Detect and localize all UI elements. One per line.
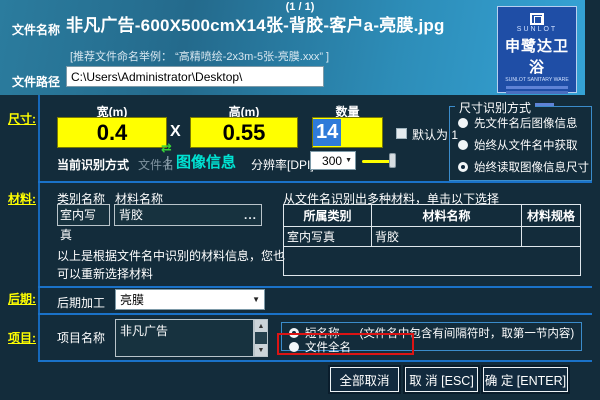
ok-button[interactable]: 确 定 [ENTER]	[483, 367, 568, 392]
label-column-divider	[38, 95, 40, 362]
scroll-up-icon[interactable]: ▲	[255, 320, 267, 332]
cell-category: 室内写真	[284, 227, 372, 247]
quantity-selected-text: 14	[313, 119, 341, 146]
material-note-line1: 以上是根据文件名中识别的材料信息，您也	[57, 248, 287, 265]
chevron-down-icon: ▼	[345, 157, 352, 164]
title-bar: (1 / 1) 文件名称 非凡广告-600X500cmX14张-背胶-客户a-亮…	[0, 0, 585, 95]
material-table: 所属类别 材料名称 材料规格 室内写真 背胶	[283, 204, 581, 276]
post-process-select[interactable]: 亮膜 ▼	[115, 289, 265, 310]
col-header-material: 材料名称	[372, 205, 522, 227]
table-row[interactable]: 室内写真 背胶	[284, 227, 580, 247]
project-name-label: 项目名称	[57, 329, 105, 346]
times-separator: X	[170, 123, 181, 141]
logo-contact-line	[506, 86, 568, 89]
material-table-header: 所属类别 材料名称 材料规格	[284, 205, 580, 227]
browse-icon[interactable]: ...	[244, 205, 257, 225]
method-image-option[interactable]: 图像信息	[176, 151, 236, 172]
cancel-button[interactable]: 取 消 [ESC]	[405, 367, 478, 392]
file-path-label: 文件路径	[12, 73, 60, 90]
full-name-highlight-box	[277, 333, 414, 355]
default-one-checkbox[interactable]	[396, 128, 407, 139]
category-input[interactable]: 室内写真	[57, 204, 110, 226]
col-header-category: 所属类别	[284, 205, 372, 227]
radio-icon[interactable]	[458, 140, 468, 150]
textarea-scrollbar[interactable]: ▲ ▼	[254, 319, 268, 357]
radio-option-filename-first[interactable]: 先文件名后图像信息	[458, 116, 578, 129]
cancel-all-button[interactable]: 全部取消	[330, 367, 399, 392]
dpi-label: 分辨率[DPI]	[251, 156, 314, 173]
file-path-input[interactable]: C:\Users\Administrator\Desktop\	[66, 66, 324, 87]
col-header-spec: 材料规格	[522, 205, 580, 227]
height-input[interactable]: 0.55	[190, 117, 298, 148]
post-section-label: 后期:	[8, 290, 36, 307]
material-section-label: 材料:	[8, 190, 36, 207]
section-divider	[38, 286, 592, 288]
radio-option-always-image-size[interactable]: 始终读取图像信息尺寸	[458, 160, 589, 173]
scroll-down-icon[interactable]: ▼	[255, 344, 267, 356]
size-recognition-group: 尺寸识别方式 先文件名后图像信息 始终从文件名中获取 始终读取图像信息尺寸	[449, 106, 592, 181]
cell-material: 背胶	[372, 227, 522, 247]
material-value: 背胶	[119, 205, 143, 225]
section-divider	[38, 360, 592, 362]
logo-brand: SUNLOT	[498, 26, 576, 33]
logo-name: 申鹭达卫浴	[498, 35, 576, 77]
project-name-textarea[interactable]: 非凡广告	[115, 319, 254, 357]
quantity-input[interactable]: 14	[312, 117, 383, 148]
section-divider	[38, 313, 592, 315]
logo-subtitle: SUNLOT SANITARY WARE	[504, 77, 570, 82]
logo-contact-line	[506, 91, 568, 94]
project-section-label: 项目:	[8, 329, 36, 346]
radio-icon[interactable]	[458, 118, 468, 128]
chevron-down-icon: ▼	[252, 295, 260, 304]
naming-hint: [推荐文件命名举例： “高精喷绘-2x3m-5张-亮膜.xxx” ]	[70, 48, 329, 64]
file-name-label: 文件名称	[12, 21, 60, 38]
radio-option-always-filename[interactable]: 始终从文件名中获取	[458, 138, 578, 151]
section-divider	[38, 181, 592, 183]
material-note-line2: 可以重新选择材料	[57, 266, 287, 283]
post-process-label: 后期加工	[57, 294, 105, 311]
logo-mark-icon	[530, 13, 544, 25]
brand-logo: SUNLOT 申鹭达卫浴 SUNLOT SANITARY WARE	[497, 6, 577, 93]
dpi-value: 300	[322, 154, 342, 168]
dpi-slider-thumb[interactable]	[389, 153, 396, 168]
dpi-select[interactable]: 300 ▼	[310, 151, 356, 170]
current-method-label: 当前识别方式	[57, 156, 129, 173]
method-divider: |	[166, 153, 170, 169]
cell-spec	[522, 227, 580, 247]
material-input[interactable]: 背胶 ...	[114, 204, 262, 226]
width-input[interactable]: 0.4	[57, 117, 167, 148]
file-name-value: 非凡广告-600X500cmX14张-背胶-客户a-亮膜.jpg	[66, 11, 445, 36]
radio-icon-selected[interactable]	[458, 162, 468, 172]
post-process-value: 亮膜	[120, 291, 144, 308]
size-recognition-title: 尺寸识别方式	[455, 99, 535, 116]
size-section-label: 尺寸:	[8, 110, 36, 127]
